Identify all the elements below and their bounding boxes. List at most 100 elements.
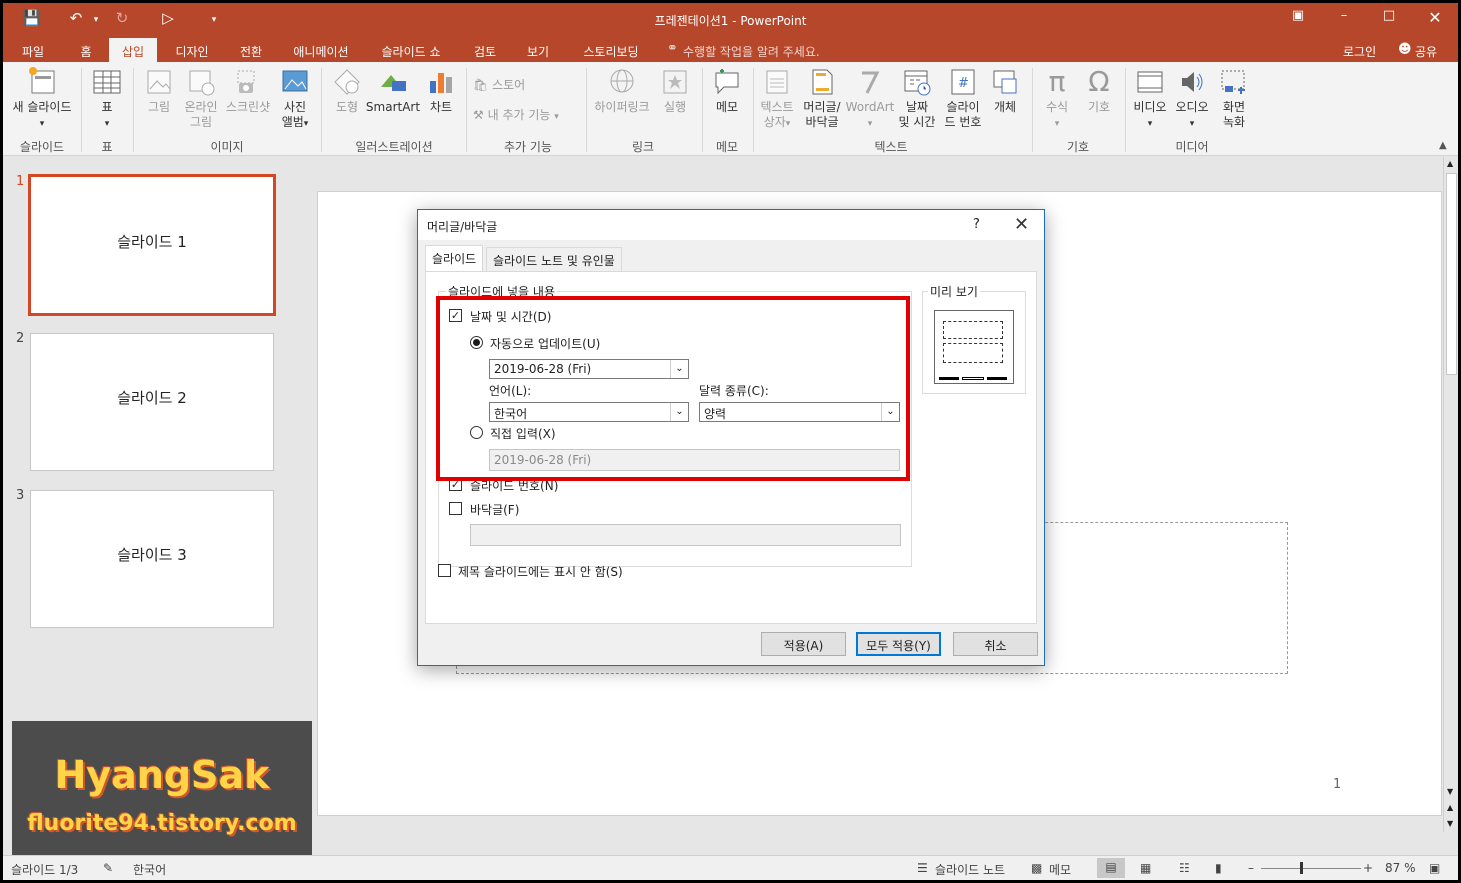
object-button[interactable]: 개체 [985, 67, 1025, 115]
header-footer-dialog: 머리글/바닥글 ? ✕ 슬라이드 슬라이드 노트 및 유인물 슬라이드에 넣을 … [417, 209, 1045, 666]
ribbon-display-options-icon[interactable]: ▣ [1285, 8, 1311, 28]
next-slide-icon[interactable]: ▼ [1447, 819, 1453, 828]
tab-slideshow[interactable]: 슬라이드 쇼 [373, 41, 449, 62]
textbox-button[interactable]: 텍스트 상자▾ [757, 67, 797, 132]
apply-button[interactable]: 적용(A) [761, 632, 846, 656]
textbox-label-2: 상자 [763, 115, 786, 129]
footer-label[interactable]: 바닥글(F) [470, 501, 519, 518]
hyperlink-button[interactable]: 하이퍼링크 [591, 67, 653, 115]
comment-button[interactable]: 메모 [707, 67, 747, 115]
slideshow-view-icon[interactable]: ▮ [1215, 861, 1222, 875]
audio-button[interactable]: 오디오 ▾ [1171, 67, 1213, 132]
date-time-button[interactable]: 날짜 및 시간 [895, 67, 939, 130]
auto-date-select[interactable]: 2019-06-28 (Fri) ⌄ [489, 359, 689, 379]
zoom-slider-thumb[interactable] [1300, 862, 1303, 874]
cancel-button[interactable]: 취소 [953, 632, 1038, 656]
slide-number-button[interactable]: # 슬라이 드 번호 [941, 67, 985, 130]
wordart-icon [845, 67, 895, 97]
help-button[interactable]: ? [973, 217, 980, 232]
share-button[interactable]: 공유 [1415, 43, 1437, 60]
tab-file[interactable]: 파일 [11, 41, 55, 62]
maximize-button[interactable]: □ [1376, 8, 1402, 28]
video-button[interactable]: 비디오 ▾ [1129, 67, 1171, 132]
calendar-type-select[interactable]: 양력 ⌄ [699, 402, 900, 422]
notes-button[interactable]: 슬라이드 노트 [935, 861, 1005, 878]
online-picture-button[interactable]: 온라인 그림 [179, 67, 223, 130]
previous-slide-icon[interactable]: ▲ [1447, 803, 1453, 812]
tab-insert[interactable]: 삽입 [109, 38, 157, 62]
close-button[interactable]: ✕ [1422, 8, 1448, 28]
slide-thumbnail-2[interactable]: 슬라이드 2 [30, 333, 274, 471]
tell-me-search[interactable]: 수행할 작업을 알려 주세요. [683, 43, 820, 60]
fit-to-window-icon[interactable]: ▣ [1429, 861, 1440, 875]
notes-icon[interactable]: ☰ [917, 861, 928, 875]
language-select[interactable]: 한국어 ⌄ [489, 402, 689, 422]
tab-storyboarding[interactable]: 스토리보딩 [573, 41, 649, 62]
fixed-date-input[interactable]: 2019-06-28 (Fri) [489, 449, 900, 471]
action-button[interactable]: 실행 [655, 67, 695, 115]
zoom-level[interactable]: 87 % [1385, 861, 1416, 875]
slide-number-label[interactable]: 슬라이드 번호(N) [470, 477, 558, 494]
auto-update-radio[interactable] [470, 336, 483, 349]
tab-transitions[interactable]: 전환 [229, 41, 273, 62]
chart-button[interactable]: 차트 [421, 67, 461, 115]
scroll-down-icon[interactable]: ▼ [1447, 787, 1453, 796]
scrollbar-thumb[interactable] [1446, 173, 1457, 375]
language-indicator[interactable]: 한국어 [133, 861, 166, 878]
dont-show-on-title-checkbox[interactable] [438, 564, 451, 577]
screenshot-button[interactable]: 스크린샷 [223, 67, 273, 115]
tab-slide[interactable]: 슬라이드 [425, 245, 484, 272]
reading-view-icon[interactable]: ☷ [1179, 861, 1190, 875]
store-button[interactable]: 🛍 스토어 [473, 78, 553, 93]
slide-number-checkbox[interactable]: ✓ [449, 478, 462, 491]
header-footer-button[interactable]: 머리글/바닥글 [799, 67, 845, 130]
photo-album-button[interactable]: 사진 앨범▾ [275, 67, 315, 132]
comments-icon[interactable]: ▩ [1031, 861, 1042, 875]
zoom-in-icon[interactable]: + [1363, 861, 1373, 875]
dialog-close-icon[interactable]: ✕ [1014, 214, 1029, 235]
tab-review[interactable]: 검토 [465, 41, 505, 62]
auto-update-label[interactable]: 자동으로 업데이트(U) [490, 335, 600, 352]
fixed-date-radio[interactable] [470, 426, 483, 439]
apply-all-button[interactable]: 모두 적용(Y) [856, 632, 941, 656]
collapse-ribbon-icon[interactable]: ▲ [1439, 140, 1447, 151]
zoom-out-icon[interactable]: – [1248, 861, 1254, 875]
footer-input[interactable] [470, 524, 901, 546]
symbol-button[interactable]: Ω 기호 [1079, 67, 1119, 115]
sign-in-link[interactable]: 로그인 [1343, 43, 1376, 60]
title-bar: 💾 ↶ ▾ ↻ ▷ ▾ 프레젠테이션1 - PowerPoint ▣ – □ ✕ [3, 3, 1458, 35]
tab-design[interactable]: 디자인 [167, 41, 217, 62]
picture-button[interactable]: 그림 [139, 67, 179, 115]
tab-notes-handouts[interactable]: 슬라이드 노트 및 유인물 [486, 247, 622, 271]
preview-label: 미리 보기 [928, 283, 980, 300]
normal-view-icon[interactable]: ▤ [1097, 858, 1125, 878]
datetime-checkbox[interactable]: ✓ [449, 309, 462, 322]
new-slide-label: 새 슬라이드 [12, 100, 72, 114]
wordart-button[interactable]: WordArt ▾ [845, 67, 895, 132]
shapes-button[interactable]: 도형 [327, 67, 367, 115]
tab-view[interactable]: 보기 [518, 41, 558, 62]
comments-button[interactable]: 메모 [1049, 861, 1071, 878]
slide-thumbnail-1[interactable]: 슬라이드 1 [28, 174, 276, 316]
scroll-up-icon[interactable]: ▲ [1447, 159, 1453, 168]
slide-sorter-icon[interactable]: ▦ [1140, 861, 1151, 875]
zoom-slider[interactable] [1261, 868, 1361, 869]
dont-show-on-title-label[interactable]: 제목 슬라이드에는 표시 안 함(S) [458, 563, 623, 580]
minimize-button[interactable]: – [1331, 8, 1357, 28]
tab-animations[interactable]: 애니메이션 [285, 41, 357, 62]
my-addins-button[interactable]: ⚒ 내 추가 기능 ▾ [473, 108, 583, 125]
slide-thumbnail-3[interactable]: 슬라이드 3 [30, 490, 274, 628]
new-slide-button[interactable]: 새 슬라이드 ▾ [9, 67, 75, 132]
calendar-type-label: 달력 종류(C): [699, 384, 769, 398]
smartart-button[interactable]: SmartArt [365, 67, 421, 115]
screen-recording-button[interactable]: 화면 녹화 [1213, 67, 1255, 130]
tab-home[interactable]: 홈 [69, 41, 103, 62]
vertical-scrollbar[interactable]: ▲ ▼ ▲ ▼ [1443, 157, 1458, 832]
equation-button[interactable]: π 수식 ▾ [1037, 67, 1077, 132]
spellcheck-icon[interactable]: ✎ [103, 861, 113, 875]
datetime-label[interactable]: 날짜 및 시간(D) [470, 308, 551, 325]
footer-checkbox[interactable] [449, 502, 462, 515]
fixed-date-label[interactable]: 직접 입력(X) [490, 425, 556, 442]
table-button[interactable]: 표 ▾ [87, 67, 127, 132]
watermark-site: fluorite94.tistory.com [27, 811, 297, 836]
